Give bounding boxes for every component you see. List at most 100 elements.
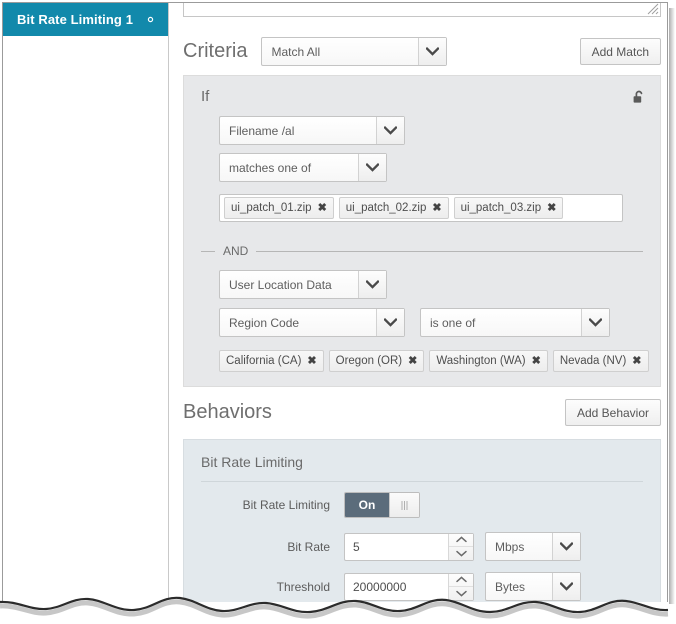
if-condition-panel: If Filename /al matches one of — [183, 75, 661, 387]
condition2-field-select[interactable]: Region Code — [219, 308, 405, 337]
bit-rate-unit-select[interactable]: Mbps — [485, 532, 581, 561]
sidebar-header-bit-rate-limiting-1[interactable]: Bit Rate Limiting 1 — [3, 3, 168, 36]
condition2-operator-arrow[interactable] — [581, 309, 609, 336]
condition1-operator-value: matches one of — [229, 154, 356, 181]
and-divider: AND — [201, 244, 643, 258]
bit-rate-label: Bit Rate — [198, 540, 330, 554]
chip[interactable]: California (CA) ✖ — [219, 350, 324, 372]
match-type-select[interactable]: Match All — [261, 37, 447, 66]
chip-label: Oregon (OR) — [336, 355, 402, 367]
bit-rate-stepper-up[interactable] — [449, 534, 473, 548]
chip[interactable]: ui_patch_01.zip✖ — [224, 197, 334, 219]
condition1-chips-field[interactable]: ui_patch_01.zip✖ui_patch_02.zip✖ui_patch… — [219, 194, 623, 222]
threshold-stepper[interactable] — [448, 574, 473, 600]
condition2-subject-select[interactable]: User Location Data — [219, 270, 387, 299]
unlocked-padlock-icon[interactable] — [631, 89, 647, 105]
chip[interactable]: Nevada (NV) ✖ — [553, 350, 649, 372]
bit-rate-limiting-toggle-row: Bit Rate Limiting On — [198, 492, 420, 518]
chip-remove-icon[interactable]: ✖ — [547, 203, 556, 214]
chip-remove-icon[interactable]: ✖ — [318, 203, 327, 214]
threshold-stepper-up[interactable] — [449, 574, 473, 588]
chevron-down-icon — [384, 126, 397, 135]
match-type-dropdown-arrow[interactable] — [418, 38, 446, 65]
chevron-down-icon — [589, 318, 602, 327]
condition2-subject-value: User Location Data — [229, 271, 356, 298]
chip-remove-icon[interactable]: ✖ — [632, 356, 641, 367]
threshold-unit-arrow[interactable] — [552, 573, 580, 600]
screenshot-root: Bit Rate Limiting 1 Criteria — [0, 0, 676, 624]
chip[interactable]: ui_patch_02.zip ✖ — [339, 197, 449, 219]
bit-rate-unit-arrow[interactable] — [552, 533, 580, 560]
add-behavior-button[interactable]: Add Behavior — [565, 399, 661, 426]
and-label: AND — [215, 244, 256, 258]
chevron-down-icon — [456, 590, 467, 597]
condition1-subject-select[interactable]: Filename /al — [219, 116, 405, 145]
chip[interactable]: Oregon (OR) ✖ — [329, 350, 425, 372]
criteria-title: Criteria — [183, 40, 247, 63]
threshold-row: Threshold 20000000 — [198, 572, 581, 601]
chevron-down-icon — [456, 550, 467, 557]
threshold-unit-value: Bytes — [495, 573, 550, 600]
bit-rate-limiting-toggle[interactable]: On — [344, 492, 420, 518]
resize-grip-icon[interactable] — [647, 3, 659, 15]
chevron-up-icon — [456, 576, 467, 583]
add-match-button[interactable]: Add Match — [580, 38, 661, 65]
chip[interactable]: Washington (WA) ✖ — [429, 350, 547, 372]
condition1-operator-select[interactable]: matches one of — [219, 153, 387, 182]
chevron-down-icon — [560, 542, 573, 551]
chip[interactable]: ui_patch_03.zip✖ — [454, 197, 564, 219]
condition2-field-value: Region Code — [229, 309, 374, 336]
chip-label: Nevada (NV) — [560, 355, 626, 367]
toggle-on-label: On — [345, 493, 389, 517]
toggle-handle[interactable] — [389, 493, 419, 517]
threshold-label: Threshold — [198, 580, 330, 594]
sidebar-header-title: Bit Rate Limiting 1 — [17, 12, 133, 27]
grip-lines-icon — [400, 500, 409, 511]
match-type-value: Match All — [271, 38, 416, 65]
chip-label: Washington (WA) — [436, 355, 525, 367]
behavior-panel-divider — [201, 481, 643, 482]
behaviors-header-row: Behaviors Add Behavior — [183, 399, 661, 426]
and-divider-line-left — [201, 251, 215, 252]
behavior-panel-bit-rate-limiting: Bit Rate Limiting Bit Rate Limiting On — [183, 439, 661, 602]
bit-rate-limiting-toggle-label: Bit Rate Limiting — [198, 498, 330, 512]
bit-rate-value: 5 — [353, 534, 447, 560]
bit-rate-stepper-down[interactable] — [449, 547, 473, 560]
if-label: If — [201, 88, 209, 105]
gear-icon[interactable] — [142, 11, 159, 28]
chip-remove-icon[interactable]: ✖ — [432, 203, 441, 214]
bit-rate-row: Bit Rate 5 — [198, 532, 581, 561]
sidebar: Bit Rate Limiting 1 — [3, 3, 169, 602]
notes-textarea[interactable] — [183, 3, 661, 17]
condition2-operator-select[interactable]: is one of — [420, 308, 610, 337]
chevron-down-icon — [384, 318, 397, 327]
window-frame: Bit Rate Limiting 1 Criteria — [2, 2, 668, 602]
bit-rate-stepper[interactable] — [448, 534, 473, 560]
chevron-down-icon — [366, 163, 379, 172]
chip-remove-icon[interactable]: ✖ — [307, 356, 316, 367]
threshold-unit-select[interactable]: Bytes — [485, 572, 581, 601]
chip-label: California (CA) — [226, 355, 301, 367]
and-divider-line-right — [256, 251, 643, 252]
condition1-operator-arrow[interactable] — [358, 154, 386, 181]
condition2-subject-arrow[interactable] — [358, 271, 386, 298]
condition2-field-arrow[interactable] — [376, 309, 404, 336]
main-content: Criteria Match All Add Match If — [169, 3, 667, 602]
condition1-subject-value: Filename /al — [229, 117, 374, 144]
chevron-up-icon — [456, 536, 467, 543]
chip-remove-icon[interactable]: ✖ — [408, 356, 417, 367]
window-shadow — [669, 8, 675, 604]
chevron-down-icon — [426, 47, 439, 56]
condition2-operator-value: is one of — [430, 309, 579, 336]
bit-rate-input[interactable]: 5 — [344, 533, 474, 561]
threshold-stepper-down[interactable] — [449, 587, 473, 600]
chevron-down-icon — [560, 582, 573, 591]
condition2-chips-field[interactable]: California (CA)✖Oregon (OR)✖Washington (… — [219, 347, 623, 375]
chip-label: ui_patch_02.zip — [346, 202, 427, 214]
criteria-header-row: Criteria Match All Add Match — [183, 37, 661, 66]
condition1-subject-arrow[interactable] — [376, 117, 404, 144]
chevron-down-icon — [366, 280, 379, 289]
threshold-input[interactable]: 20000000 — [344, 573, 474, 601]
chip-remove-icon[interactable]: ✖ — [532, 356, 541, 367]
threshold-value: 20000000 — [353, 574, 447, 600]
